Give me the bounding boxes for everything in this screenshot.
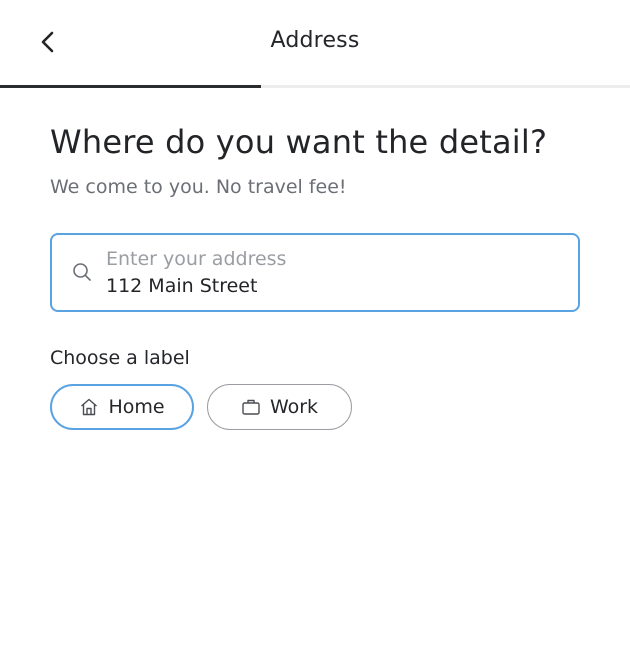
address-field[interactable]: Enter your address <box>50 233 580 312</box>
progress-bar <box>0 85 630 88</box>
search-icon <box>72 262 92 282</box>
form-title: Where do you want the detail? <box>50 123 548 161</box>
briefcase-icon <box>241 397 261 417</box>
label-chip-home[interactable]: Home <box>50 384 194 430</box>
label-heading: Choose a label <box>50 347 190 369</box>
app-header: Address <box>0 0 630 88</box>
home-icon <box>79 397 99 417</box>
address-form: Where do you want the detail? We come to… <box>50 120 580 430</box>
label-chip-home-text: Home <box>108 396 165 418</box>
address-field-label: Enter your address <box>106 248 287 270</box>
progress-fill <box>0 85 262 88</box>
address-input[interactable] <box>106 273 556 299</box>
label-chip-work[interactable]: Work <box>207 384 352 430</box>
form-subtitle: We come to you. No travel fee! <box>50 176 347 198</box>
label-chip-work-text: Work <box>269 396 319 418</box>
page-title: Address <box>270 28 360 53</box>
